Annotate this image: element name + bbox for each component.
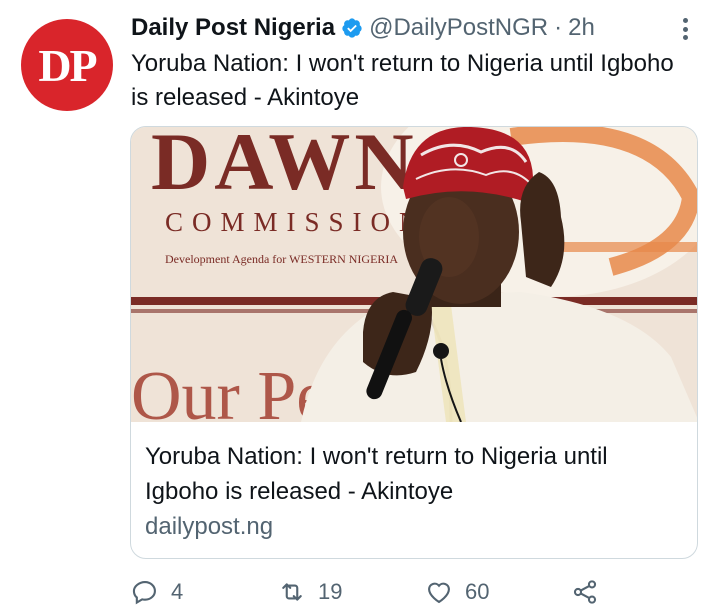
avatar[interactable]: DP	[21, 19, 113, 111]
reply-icon	[132, 581, 156, 605]
avatar-logo-text: DP	[38, 39, 97, 91]
retweet-count: 19	[318, 579, 343, 604]
card-domain: dailypost.ng	[145, 513, 274, 540]
like-button[interactable]: 60	[425, 578, 489, 606]
banner-tagline: Development Agenda for WESTERN NIGERIA	[165, 252, 398, 266]
tweet-time[interactable]: 2h	[568, 12, 595, 44]
share-icon	[573, 580, 597, 604]
action-bar: 4 19 60	[131, 578, 611, 610]
account-name[interactable]: Daily Post Nigeria	[131, 12, 335, 44]
card-text[interactable]: Yoruba Nation: I won't return to Nigeria…	[145, 439, 685, 544]
tweet-text: Yoruba Nation: I won't return to Nigeria…	[131, 50, 674, 111]
reply-count: 4	[171, 579, 184, 604]
card-title: Yoruba Nation: I won't return to Nigeria…	[145, 443, 608, 505]
retweet-icon	[282, 583, 302, 601]
heart-icon	[428, 582, 450, 604]
verified-badge-icon	[342, 18, 362, 38]
share-button[interactable]	[571, 578, 599, 606]
tweet-header: Daily Post Nigeria @DailyPostNGR · 2h	[131, 12, 660, 44]
banner-fragment: Our Pe	[131, 358, 327, 422]
separator-dot: ·	[554, 14, 563, 41]
link-card[interactable]: DAWN COMMISSION Development Agenda for W…	[130, 126, 698, 559]
account-handle[interactable]: @DailyPostNGR	[369, 12, 548, 44]
banner-word: DAWN	[151, 127, 418, 207]
like-count: 60	[465, 579, 490, 604]
card-image[interactable]: DAWN COMMISSION Development Agenda for W…	[131, 127, 698, 422]
retweet-button[interactable]: 19	[278, 578, 342, 606]
reply-button[interactable]: 4	[131, 578, 183, 606]
banner-subtitle: COMMISSION	[165, 207, 428, 237]
more-options-icon[interactable]	[674, 14, 696, 44]
